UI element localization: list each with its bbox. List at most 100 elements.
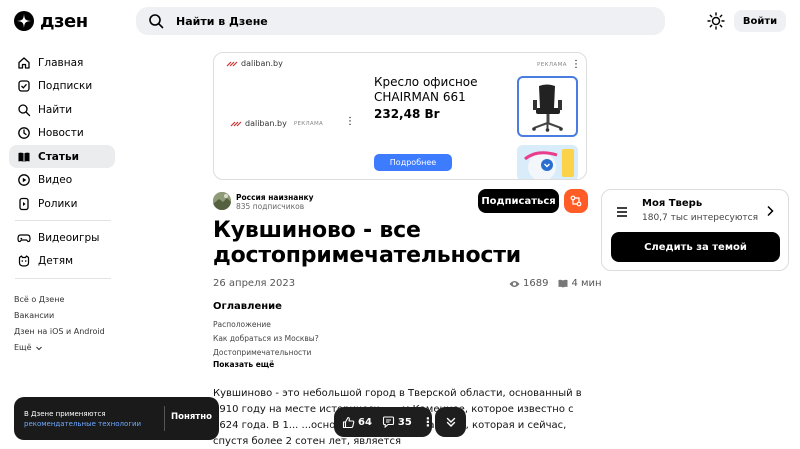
more-dots-icon[interactable]: ⋮: [571, 59, 581, 70]
more-dots-icon[interactable]: ⋮: [422, 415, 434, 429]
gamepad-icon: [17, 233, 31, 242]
ad-label: РЕКЛАМА: [293, 120, 324, 127]
sidebar-item-label: Детям: [38, 255, 74, 267]
login-button[interactable]: Войти: [734, 10, 786, 32]
views-count: 1689: [509, 278, 548, 289]
footer-links: Всё о Дзене Вакансии Дзен на iOS и Andro…: [14, 292, 105, 356]
ad-brand-top[interactable]: daliban.by: [226, 59, 283, 68]
reaction-bar: 64 35 ⋮: [334, 407, 434, 437]
comments-count: 35: [397, 416, 412, 428]
search-icon: [18, 103, 31, 116]
sidebar-item-subscriptions[interactable]: Подписки: [9, 75, 115, 98]
sidebar-divider: [15, 220, 111, 221]
follow-topic-button[interactable]: Следить за темой: [611, 232, 780, 262]
ad-product-title[interactable]: Кресло офисное CHAIRMAN 661: [374, 75, 514, 105]
chevron-right-icon[interactable]: [765, 205, 775, 217]
home-icon: [18, 56, 30, 69]
theme-toggle-icon[interactable]: [707, 12, 725, 30]
sidebar-item-home[interactable]: Главная: [9, 51, 115, 74]
footer-link-more[interactable]: Ещё: [14, 340, 105, 356]
thumbs-up-icon: [342, 416, 355, 428]
author-subscribers: 835 подписчиков: [236, 202, 305, 211]
footer-more-label: Ещё: [14, 343, 32, 352]
sidebar-item-label: Главная: [38, 56, 84, 69]
cookie-link[interactable]: рекомендательные технологии: [24, 419, 141, 429]
footer-link-about[interactable]: Всё о Дзене: [14, 292, 105, 308]
share-icon: [570, 195, 582, 207]
cookie-accept-button[interactable]: Понятно: [171, 412, 212, 422]
likes-count: 64: [358, 416, 372, 428]
ad-brand-name: daliban.by: [245, 119, 287, 128]
book-icon: [558, 279, 568, 288]
subscriptions-icon: [18, 80, 30, 92]
toc-show-more[interactable]: Показать ещё: [213, 360, 274, 369]
brand-logo-icon: [230, 121, 242, 126]
scroll-down-button[interactable]: [435, 407, 466, 437]
more-dots-icon[interactable]: ⋮: [345, 116, 355, 127]
dzen-logo[interactable]: дзен: [14, 10, 88, 32]
toc-item[interactable]: Расположение: [213, 318, 319, 332]
sidebar-item-news[interactable]: Новости: [9, 122, 115, 145]
author-name[interactable]: Россия наизнанку: [236, 193, 313, 202]
table-of-contents: Расположение Как добраться из Москвы? До…: [213, 318, 319, 360]
read-time-value: 4 мин: [571, 278, 602, 289]
ad-brand-name: daliban.by: [241, 59, 283, 68]
sidebar-item-label: Найти: [38, 103, 73, 116]
toc-title: Оглавление: [213, 301, 282, 312]
sidebar-item-label: Ролики: [38, 197, 78, 210]
ad-more-button[interactable]: Подробнее: [374, 154, 452, 171]
brand-logo-icon: [226, 61, 238, 66]
search-icon: [149, 14, 164, 29]
dzen-logo-icon: [14, 11, 34, 31]
ad-product-image-2[interactable]: [517, 145, 578, 179]
sidebar-item-label: Видеоигры: [38, 231, 100, 244]
ad-product-image[interactable]: [517, 76, 578, 137]
cookie-line: В Дзене применяются: [24, 410, 106, 418]
ad-label: РЕКЛАМА: [537, 62, 567, 68]
shorts-icon: [19, 197, 29, 210]
double-chevron-down-icon: [446, 417, 455, 427]
comment-icon: [382, 416, 394, 428]
sidebar-item-label: Подписки: [38, 80, 93, 92]
video-icon: [18, 174, 30, 186]
sidebar-item-kids[interactable]: Детям: [9, 250, 115, 273]
sidebar-item-label: Статьи: [38, 150, 79, 163]
articles-icon: [18, 152, 30, 162]
sidebar-item-videogames[interactable]: Видеоигры: [9, 226, 115, 249]
like-button[interactable]: 64: [342, 416, 372, 429]
ad-brand-bottom[interactable]: daliban.by РЕКЛАМА: [230, 119, 323, 128]
sidebar-item-label: Новости: [38, 127, 84, 139]
sidebar-item-articles[interactable]: Статьи: [9, 145, 115, 168]
sidebar-item-video[interactable]: Видео: [9, 169, 115, 192]
topic-card: Моя Тверь 180,7 тыс интересуются Следить…: [601, 189, 789, 271]
sidebar-item-label: Видео: [38, 174, 73, 186]
cookie-text: В Дзене применяются рекомендательные тех…: [24, 409, 141, 429]
chevron-down-icon: [35, 346, 42, 351]
comments-button[interactable]: 35: [382, 416, 412, 428]
logo-text: дзен: [40, 10, 88, 32]
topic-name[interactable]: Моя Тверь: [642, 198, 702, 209]
search-bar[interactable]: Найти в Дзене: [136, 7, 665, 35]
avatar[interactable]: [213, 192, 231, 210]
views-value: 1689: [523, 278, 549, 289]
search-input[interactable]: Найти в Дзене: [176, 15, 268, 28]
footer-link-vacancies[interactable]: Вакансии: [14, 308, 105, 324]
sidebar-item-shorts[interactable]: Ролики: [9, 192, 115, 215]
article-date: 26 апреля 2023: [213, 278, 296, 289]
ad-banner[interactable]: daliban.by РЕКЛАМА ⋮ daliban.by РЕКЛАМА …: [213, 52, 587, 180]
eye-icon: [509, 280, 520, 287]
subscribe-button[interactable]: Подписаться: [478, 189, 559, 213]
article-title: Кувшиново - все достопримечательности: [213, 218, 522, 268]
kids-icon: [18, 255, 30, 267]
share-button[interactable]: [564, 189, 588, 213]
cookie-divider: [164, 406, 165, 431]
topic-followers: 180,7 тыс интересуются: [642, 213, 759, 223]
toc-item[interactable]: Как добраться из Москвы?: [213, 332, 319, 346]
toc-item[interactable]: Достопримечательности: [213, 346, 319, 360]
sidebar-item-search[interactable]: Найти: [9, 98, 115, 121]
news-icon: [18, 127, 30, 139]
footer-link-apps[interactable]: Дзен на iOS и Android: [14, 324, 105, 340]
cookie-notice: В Дзене применяются рекомендательные тех…: [14, 397, 219, 440]
article-meta: 1689 4 мин: [509, 278, 602, 289]
sidebar-divider: [15, 277, 111, 279]
